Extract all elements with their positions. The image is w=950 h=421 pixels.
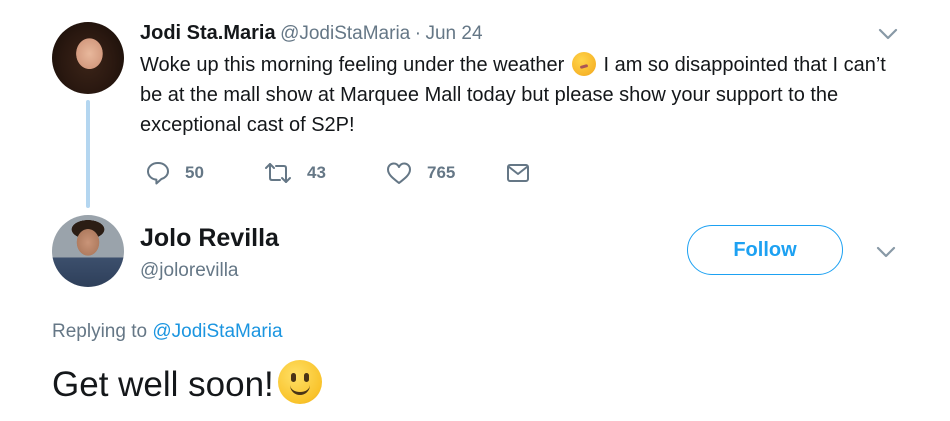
retweet-count: 43 (307, 163, 326, 182)
heart-icon (387, 162, 411, 184)
like-button[interactable]: 765 (385, 160, 455, 186)
user-handle[interactable]: @JodiStaMaria (280, 23, 410, 44)
replying-to-label: Replying to (52, 321, 148, 342)
avatar[interactable] (52, 215, 124, 287)
sick-face-emoji-icon (571, 52, 596, 76)
reply-button[interactable]: 50 (145, 160, 204, 186)
chevron-down-icon (876, 246, 896, 258)
user-handle[interactable]: @jolorevilla (140, 260, 239, 282)
replying-to-line: Replying to @JodiStaMaria (52, 321, 283, 343)
reply-icon (147, 162, 169, 185)
retweet-icon (265, 163, 291, 183)
tweet-text: Woke up this morning feeling under the w… (140, 50, 900, 140)
reply-text-content: Get well soon! (52, 365, 274, 404)
dot-separator: · (414, 23, 422, 44)
avatar[interactable] (52, 22, 124, 94)
reply-count: 50 (185, 163, 204, 182)
replying-to-mention-link[interactable]: @JodiStaMaria (152, 321, 282, 342)
chevron-down-icon (878, 28, 898, 40)
display-name[interactable]: Jolo Revilla (140, 224, 279, 253)
follow-button[interactable]: Follow (687, 225, 843, 275)
tweet-header: Jodi Sta.Maria @JodiStaMaria · Jun 24 (140, 22, 483, 45)
tweet-text-part: Woke up this morning feeling under the w… (140, 54, 565, 76)
like-count: 765 (427, 163, 456, 182)
retweet-button[interactable]: 43 (263, 160, 326, 186)
direct-message-button[interactable] (505, 160, 531, 186)
tweet-date[interactable]: Jun 24 (425, 23, 482, 44)
smiling-face-emoji-icon (277, 360, 322, 404)
thread-connector-line (86, 100, 90, 208)
more-options-button[interactable] (874, 24, 902, 49)
display-name[interactable]: Jodi Sta.Maria (140, 22, 276, 44)
reply-tweet-text: Get well soon! (52, 360, 322, 405)
more-options-button[interactable] (872, 242, 900, 267)
envelope-icon (507, 164, 529, 182)
